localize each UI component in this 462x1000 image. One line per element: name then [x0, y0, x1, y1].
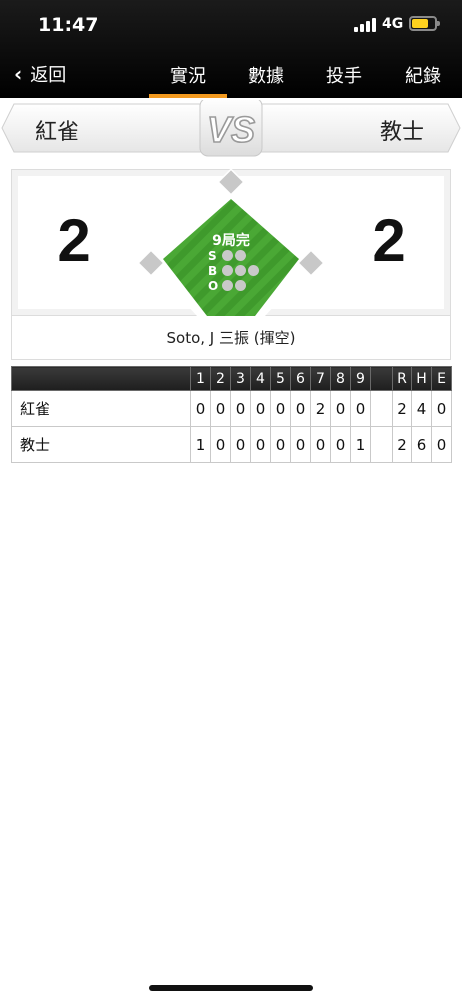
inning-score: 0 [250, 390, 271, 427]
inning-score: 0 [330, 426, 351, 463]
out-dot [235, 280, 246, 291]
out-label: O [208, 279, 219, 293]
inning-score: 2 [310, 390, 331, 427]
inning-header: 4 [250, 366, 271, 391]
linescore-row-away: 紅雀 0 0 0 0 0 0 2 0 0 2 4 0 [11, 390, 452, 427]
inning-header: 5 [270, 366, 291, 391]
tab-stats[interactable]: 數據 [236, 62, 296, 88]
status-time: 11:47 [38, 14, 99, 36]
inning-score: 0 [210, 426, 231, 463]
inning-score: 0 [290, 426, 311, 463]
inning-score: 1 [350, 426, 371, 463]
tab-live[interactable]: 實況 [158, 62, 218, 88]
inning-header: 2 [210, 366, 231, 391]
linescore-header-team [11, 366, 191, 391]
inning-header: 1 [190, 366, 211, 391]
ball-dot [222, 265, 233, 276]
ball-dot [235, 265, 246, 276]
errors-header: E [431, 366, 452, 391]
home-indicator[interactable] [149, 985, 313, 991]
battery-icon [409, 16, 440, 31]
inning-score: 0 [230, 390, 251, 427]
away-score: 2 [57, 207, 91, 274]
hits-total: 6 [411, 426, 432, 463]
hits-total: 4 [411, 390, 432, 427]
inning-score: 0 [230, 426, 251, 463]
home-score: 2 [372, 207, 406, 274]
inning-score: 0 [310, 426, 331, 463]
inning-score: 0 [270, 390, 291, 427]
inning-score: 0 [290, 390, 311, 427]
vs-text: VS [207, 109, 255, 150]
inning-score: 0 [330, 390, 351, 427]
inning-header: 9 [350, 366, 371, 391]
inning-score: 0 [190, 390, 211, 427]
linescore-spacer [370, 426, 393, 463]
linescore-spacer [370, 366, 393, 391]
strike-dot [222, 250, 233, 261]
strike-label: S [208, 249, 217, 263]
runs-total: 2 [392, 426, 412, 463]
errors-total: 0 [431, 390, 452, 427]
linescore-header-row: 1 2 3 4 5 6 7 8 9 R H E [11, 366, 452, 391]
ball-dot [248, 265, 259, 276]
errors-total: 0 [431, 426, 452, 463]
strike-dot [235, 250, 246, 261]
tab-records[interactable]: 紀錄 [393, 62, 453, 88]
inning-score: 0 [210, 390, 231, 427]
inning-score: 1 [190, 426, 211, 463]
ball-label: B [208, 264, 218, 278]
top-header: 11:47 4G ‹ 返回 實況 數據 投手 紀錄 [0, 0, 462, 98]
inning-header: 6 [290, 366, 311, 391]
cellular-signal-icon [354, 18, 376, 32]
hits-header: H [411, 366, 432, 391]
linescore-row-home: 教士 1 0 0 0 0 0 0 0 1 2 6 0 [11, 426, 452, 463]
inning-score: 0 [350, 390, 371, 427]
home-team-name: 教士 [380, 120, 425, 145]
inning-status: 9局完 [212, 233, 250, 249]
linescore-team-name: 教士 [11, 426, 191, 463]
tab-pitchers[interactable]: 投手 [314, 62, 374, 88]
back-label: 返回 [30, 65, 67, 86]
network-type: 4G [382, 16, 404, 32]
back-button[interactable]: ‹ 返回 [14, 60, 66, 88]
last-play-text: Soto, J 三振 (揮空) [11, 316, 451, 360]
runs-total: 2 [392, 390, 412, 427]
linescore-spacer [370, 390, 393, 427]
linescore-team-name: 紅雀 [11, 390, 191, 427]
inning-header: 3 [230, 366, 251, 391]
chevron-left-icon: ‹ [14, 62, 23, 86]
away-team-name: 紅雀 [35, 120, 80, 145]
active-tab-indicator [149, 94, 227, 98]
inning-score: 0 [270, 426, 291, 463]
inning-header: 8 [330, 366, 351, 391]
out-dot [222, 280, 233, 291]
runs-header: R [392, 366, 412, 391]
inning-score: 0 [250, 426, 271, 463]
game-live-screen: 11:47 4G ‹ 返回 實況 數據 投手 紀錄 VS 紅雀 教士 2 2 9… [0, 0, 462, 1000]
linescore-table: 1 2 3 4 5 6 7 8 9 R H E 紅雀 0 0 0 0 0 0 2… [11, 366, 452, 463]
inning-header: 7 [310, 366, 331, 391]
